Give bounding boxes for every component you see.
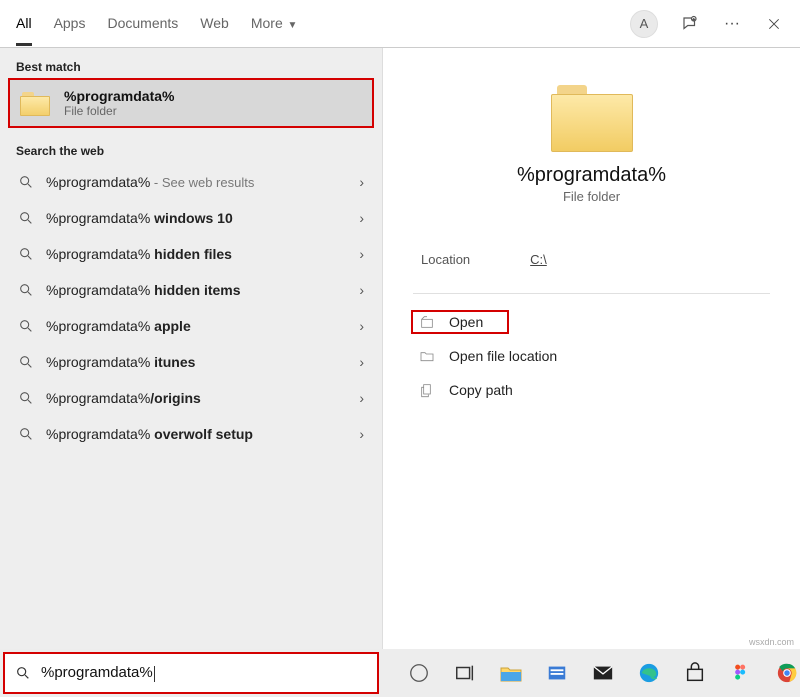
store-icon[interactable] [682,660,708,686]
header-right: A ··· [630,10,784,38]
content: Best match %programdata% File folder Sea… [0,48,800,649]
tab-documents[interactable]: Documents [107,1,178,46]
user-avatar[interactable]: A [630,10,658,38]
taskbar: %programdata% [0,649,800,697]
action-open-location[interactable]: Open file location [413,346,770,366]
best-match-label: Best match [0,48,382,80]
search-icon [18,390,34,406]
chevron-right-icon: › [359,426,364,442]
copy-icon [419,382,435,398]
figma-icon[interactable] [728,660,754,686]
tab-all[interactable]: All [16,1,32,46]
location-label: Location [421,252,470,267]
web-result[interactable]: %programdata% itunes › [0,344,382,380]
chevron-right-icon: › [359,354,364,370]
folder-icon-large [551,82,633,152]
mail-icon[interactable] [590,660,616,686]
web-result[interactable]: %programdata% overwolf setup › [0,416,382,452]
edge-icon[interactable] [636,660,662,686]
tab-web[interactable]: Web [200,1,229,46]
results-pane: Best match %programdata% File folder Sea… [0,48,382,649]
search-input[interactable]: %programdata% [4,653,378,693]
chevron-right-icon: › [359,318,364,334]
chevron-right-icon: › [359,210,364,226]
preview-pane: %programdata% File folder Location C:\ O… [382,48,800,649]
best-match-item[interactable]: %programdata% File folder [10,80,372,126]
web-result[interactable]: %programdata% - See web results › [0,164,382,200]
search-icon [18,174,34,190]
location-value[interactable]: C:\ [530,252,547,267]
web-result[interactable]: %programdata% hidden files › [0,236,382,272]
web-result[interactable]: %programdata%/origins › [0,380,382,416]
header: All Apps Documents Web More ▼ A ··· [0,0,800,48]
options-icon[interactable]: ··· [722,14,742,34]
search-icon [15,665,31,681]
chrome-icon[interactable] [774,660,800,686]
web-result[interactable]: %programdata% hidden items › [0,272,382,308]
tab-more[interactable]: More ▼ [251,1,298,46]
search-icon [18,426,34,442]
best-match-title: %programdata% [64,88,174,104]
chevron-right-icon: › [359,174,364,190]
chevron-right-icon: › [359,390,364,406]
action-copy-path[interactable]: Copy path [413,380,770,400]
preview-title: %programdata% [413,164,770,187]
app-icon[interactable] [544,660,570,686]
taskbar-icons [406,660,800,686]
best-match-subtitle: File folder [64,104,174,118]
search-icon [18,246,34,262]
close-icon[interactable] [764,14,784,34]
feedback-icon[interactable] [680,14,700,34]
open-icon [419,314,435,330]
filter-tabs: All Apps Documents Web More ▼ [16,1,297,46]
explorer-icon[interactable] [498,660,524,686]
search-icon [18,210,34,226]
action-open[interactable]: Open [413,312,507,332]
chevron-down-icon: ▼ [285,20,298,31]
tab-apps[interactable]: Apps [54,1,86,46]
web-result[interactable]: %programdata% apple › [0,308,382,344]
location-row: Location C:\ [413,246,770,294]
chevron-right-icon: › [359,246,364,262]
taskview-icon[interactable] [452,660,478,686]
chevron-right-icon: › [359,282,364,298]
search-icon [18,354,34,370]
search-icon [18,282,34,298]
watermark: wsxdn.com [749,637,794,647]
folder-open-icon [419,348,435,364]
search-icon [18,318,34,334]
web-results: %programdata% - See web results › %progr… [0,164,382,452]
search-value: %programdata% [41,664,155,681]
folder-icon [20,90,50,116]
search-web-label: Search the web [0,132,382,164]
web-result[interactable]: %programdata% windows 10 › [0,200,382,236]
preview-subtitle: File folder [413,189,770,204]
actions-list: Open Open file location Copy path [413,312,770,400]
cortana-icon[interactable] [406,660,432,686]
